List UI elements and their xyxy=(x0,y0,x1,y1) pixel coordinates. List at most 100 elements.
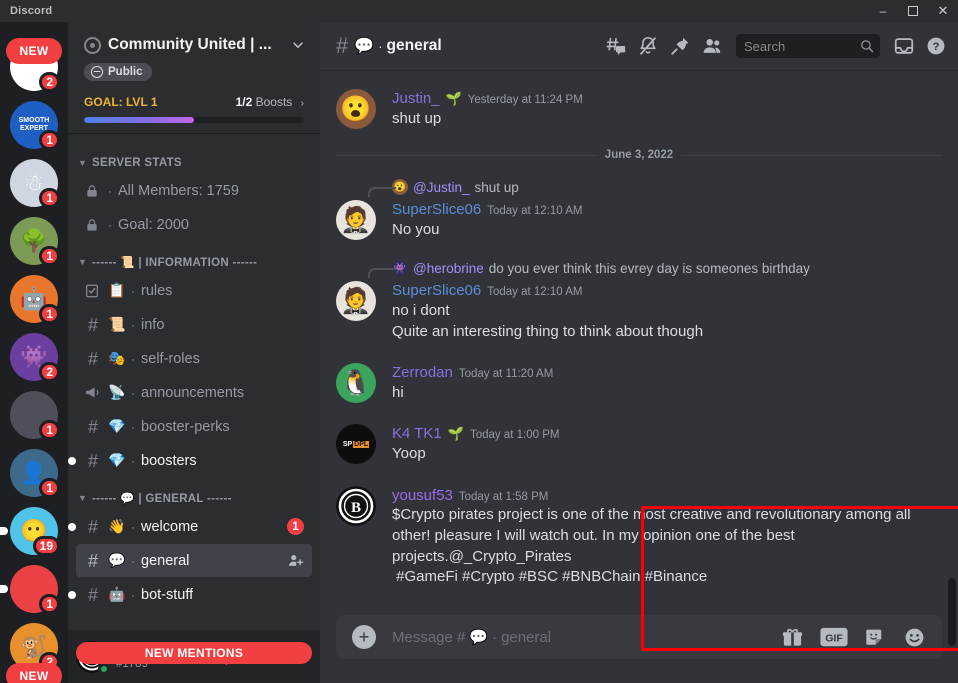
chevron-down-icon[interactable] xyxy=(292,39,304,51)
minimize-button[interactable]: – xyxy=(868,0,898,22)
channel-name: general xyxy=(141,552,190,569)
channel-separator: · xyxy=(108,183,112,198)
server-icon-portrait-server[interactable]: 👤 1 xyxy=(0,444,68,502)
channel-name: announcements xyxy=(141,384,245,401)
reply-text: do you ever think this evrey day is some… xyxy=(488,260,810,276)
sticker-icon[interactable] xyxy=(864,626,887,649)
channel-emoji: 🎭 xyxy=(108,350,126,366)
sidebar-item-boosters[interactable]: # 💎 · boosters xyxy=(68,444,312,477)
message-header: K4 TK1 🌱 Today at 1:00 PM xyxy=(392,424,942,444)
message-body: Zerrodan Today at 11:20 AM hi xyxy=(392,363,942,403)
channel-emoji: 🤖 xyxy=(108,586,126,602)
message-timestamp: Yesterday at 11:24 PM xyxy=(467,94,583,106)
attach-button[interactable]: + xyxy=(352,625,376,649)
channel-name: boosters xyxy=(141,452,197,469)
new-server-badge-bottom[interactable]: NEW xyxy=(6,663,62,683)
sidebar-item-welcome[interactable]: # 👋 · welcome 1 xyxy=(68,510,312,543)
server-icon-blue-face-server[interactable]: 😶 19 xyxy=(0,502,68,560)
message-author[interactable]: K4 TK1 xyxy=(392,424,442,444)
reply-preview[interactable]: 👾 @herobrine do you ever think this evrey … xyxy=(368,259,958,279)
maximize-button[interactable] xyxy=(898,0,928,22)
channel-sidebar: Community United | ... Public GOAL: LVL … xyxy=(68,22,320,683)
placeholder-channel: general xyxy=(501,628,552,646)
inbox-icon[interactable] xyxy=(890,32,918,60)
channel-category[interactable]: ▼ ------ 💬 | GENERAL ------ xyxy=(68,478,320,509)
avatar[interactable]: 🤵 xyxy=(336,281,376,322)
server-icon-orange-ring-server[interactable]: 🤖 1 xyxy=(0,270,68,328)
message-composer: + Message # 💬 · general GIF xyxy=(320,615,958,683)
message-msg-k4tk1[interactable]: SP DPL K4 TK1 🌱 Today at 1:00 PM Yoop xyxy=(320,422,958,466)
avatar[interactable]: 😮 xyxy=(336,89,376,129)
pin-icon[interactable] xyxy=(666,32,694,60)
sidebar-item-announcements[interactable]: 📡 · announcements xyxy=(76,376,312,409)
reply-spine xyxy=(368,187,396,198)
gift-icon[interactable] xyxy=(781,626,804,649)
message-input[interactable]: + Message # 💬 · general GIF xyxy=(336,615,942,659)
message-msg-superslice-1[interactable]: 🤵 SuperSlice06 Today at 12:10 AM No you xyxy=(320,198,958,242)
message-msg-zerrodan[interactable]: 🐧 Zerrodan Today at 11:20 AM hi xyxy=(320,361,958,405)
server-rail[interactable]: 2NEWSMOOTH EXPERT1☃1🌳1🤖1👾21👤1😶191🐒21NEW xyxy=(0,22,68,683)
members-icon[interactable] xyxy=(698,32,726,60)
sidebar-item-all-members-1759[interactable]: · All Members: 1759 xyxy=(76,174,312,207)
mention-badge: 1 xyxy=(287,518,304,535)
sidebar-item-booster-perks[interactable]: # 💎 · booster-perks xyxy=(76,410,312,443)
message-author[interactable]: SuperSlice06 xyxy=(392,281,481,301)
sidebar-item-general[interactable]: # 💬 · general xyxy=(76,544,312,577)
message-text: No you xyxy=(392,220,440,238)
reply-preview[interactable]: 😮 @Justin_ shut up xyxy=(368,178,958,198)
message-timestamp: Today at 12:10 AM xyxy=(487,286,583,299)
avatar[interactable]: SP DPL xyxy=(336,424,376,465)
server-icon-red-discord-server[interactable]: 1 xyxy=(0,560,68,618)
page-title: general xyxy=(386,37,442,54)
message-author[interactable]: Zerrodan xyxy=(392,363,453,383)
help-icon[interactable]: ? xyxy=(922,32,950,60)
message-text: hi xyxy=(392,383,404,401)
message-scrollbar[interactable] xyxy=(948,578,956,646)
new-server-badge[interactable]: NEW xyxy=(6,38,62,64)
boost-goal-row[interactable]: GOAL: LVL 1 1/2 Boosts › xyxy=(84,95,304,109)
boost-count-word: Boosts xyxy=(255,95,293,109)
channel-category[interactable]: ▼ SERVER STATS xyxy=(68,144,320,173)
guild-header[interactable]: Community United | ... Public GOAL: LVL … xyxy=(68,22,320,134)
avatar[interactable]: B xyxy=(336,485,376,526)
server-icon-purple-server[interactable]: 👾 2 xyxy=(0,328,68,386)
gif-icon[interactable]: GIF xyxy=(820,627,848,647)
search-input[interactable]: Search xyxy=(736,34,880,58)
message-body: K4 TK1 🌱 Today at 1:00 PM Yoop xyxy=(392,424,942,464)
message-msg-yousuf53[interactable]: Byousuf53 Today at 1:58 PM $Crypto pirates… xyxy=(320,484,958,590)
message-timestamp: Today at 1:58 PM xyxy=(458,490,549,503)
unread-badge: 1 xyxy=(39,130,60,150)
channel-category[interactable]: ▼ ------ 📜 | INFORMATION ------ xyxy=(68,242,320,273)
sidebar-item-rules[interactable]: 📋 · rules xyxy=(76,274,312,307)
server-icon-grey-server[interactable]: 1 xyxy=(0,386,68,444)
channel-name: self-roles xyxy=(141,350,200,367)
sidebar-item-self-roles[interactable]: # 🎭 · self-roles xyxy=(76,342,312,375)
sidebar-item-bot-stuff[interactable]: # 🤖 · bot-stuff xyxy=(68,578,312,611)
sidebar-item-goal-2000[interactable]: · Goal: 2000 xyxy=(76,208,312,241)
bell-slash-icon[interactable] xyxy=(634,32,662,60)
channel-separator: · xyxy=(378,38,383,54)
message-author[interactable]: SuperSlice06 xyxy=(392,200,481,220)
emoji-icon[interactable] xyxy=(903,626,926,649)
channel-name: booster-perks xyxy=(141,418,230,435)
create-invite-icon[interactable] xyxy=(287,552,304,569)
channel-list[interactable]: ▼ SERVER STATS · All Members: 1759 · Goal: 20… xyxy=(68,134,320,630)
avatar[interactable]: 🐧 xyxy=(336,363,376,404)
new-mentions-bar[interactable]: NEW MENTIONS xyxy=(76,642,312,664)
close-button[interactable]: ✕ xyxy=(928,0,958,22)
hash-icon: # xyxy=(87,584,98,605)
server-icon-snowman-server[interactable]: ☃ 1 xyxy=(0,154,68,212)
message-list[interactable]: 😮 Justin_ 🌱 Yesterday at 11:24 PM shut up Jun… xyxy=(320,70,958,615)
message-body: SuperSlice06 Today at 12:10 AM No you xyxy=(392,200,942,240)
sidebar-item-info[interactable]: # 📜 · info xyxy=(76,308,312,341)
avatar[interactable]: 🤵 xyxy=(336,200,376,241)
server-icon-smooth-expert[interactable]: SMOOTH EXPERT 1 xyxy=(0,96,68,154)
threads-icon[interactable] xyxy=(602,32,630,60)
message-msg-superslice-2[interactable]: 🤵 SuperSlice06 Today at 12:10 AM no i dont Q… xyxy=(320,279,958,344)
message-msg-justin[interactable]: 😮 Justin_ 🌱 Yesterday at 11:24 PM shut up xyxy=(320,87,958,131)
unread-badge: 2 xyxy=(39,72,60,92)
message-author[interactable]: Justin_ xyxy=(392,89,440,109)
date-divider: June 3, 2022 xyxy=(336,149,942,161)
server-icon-outdoor-server[interactable]: 🌳 1 xyxy=(0,212,68,270)
message-author[interactable]: yousuf53 xyxy=(392,486,453,506)
